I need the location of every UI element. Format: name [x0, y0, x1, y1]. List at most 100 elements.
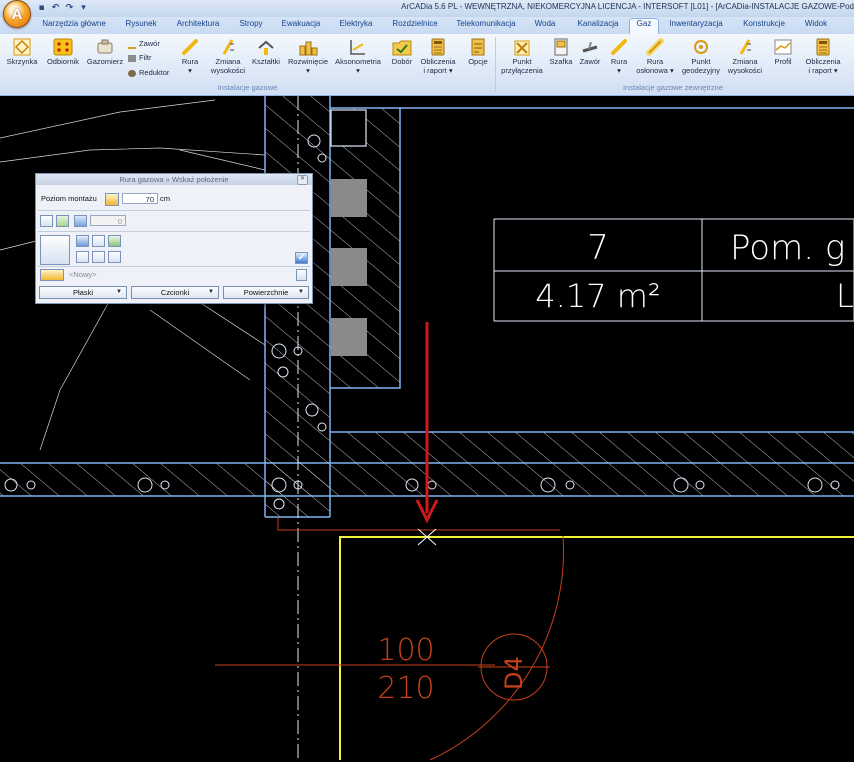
undo-icon[interactable]: ↶ [50, 3, 61, 13]
tab-kanalizacja[interactable]: Kanalizacja [573, 19, 623, 33]
tab-architektura[interactable]: Architektura [170, 19, 226, 33]
plaski-dropdown[interactable]: Płaski [39, 286, 127, 299]
tool-f-icon[interactable] [108, 251, 121, 263]
angle-input[interactable]: 0 [90, 215, 126, 226]
rura-zewn-button[interactable]: Rura ▾ [607, 36, 631, 82]
filtr-button[interactable]: Filtr [128, 53, 152, 62]
tab-inwentaryzacja[interactable]: Inwentaryzacja [665, 19, 727, 33]
divider [38, 231, 310, 232]
tab-telekomunikacja[interactable]: Telekomunikacja [452, 19, 520, 33]
group-label-instalacje-zewnetrzne: Instalacje gazowe zewnętrzne [622, 83, 724, 92]
divider [38, 210, 310, 211]
door-frame-line [277, 517, 560, 531]
app-menu-button[interactable]: A [3, 0, 31, 28]
chevron-down-icon: ▾ [188, 66, 192, 75]
mount-level-unit: cm [160, 194, 170, 203]
mount-level-input[interactable]: 70 [122, 193, 158, 204]
layer-edit-icon[interactable] [296, 269, 307, 281]
dobor-button[interactable]: Dobór [388, 36, 416, 82]
level-picker-icon[interactable] [105, 193, 119, 206]
odbiornik-button[interactable]: Odbiornik [43, 36, 83, 82]
folder-check-icon [392, 38, 412, 56]
reducer-icon [128, 69, 136, 77]
close-icon[interactable]: ✕ [297, 175, 308, 185]
qat-dropdown-icon[interactable]: ▾ [78, 3, 89, 13]
pipe-icon [609, 38, 629, 56]
properties-icon[interactable] [40, 235, 70, 265]
axonometry-icon [348, 38, 368, 56]
redo-icon[interactable]: ↷ [64, 3, 75, 13]
door-tag: D4 [500, 656, 528, 690]
profile-icon [773, 38, 793, 56]
ribbon-gaz: Skrzynka Odbiornik Gazomierz Zawór Filtr… [0, 34, 854, 96]
survey-point-icon [691, 38, 711, 56]
tool-e-icon[interactable] [92, 251, 105, 263]
zmiana-wysokosci-button[interactable]: Zmiana wysokości [208, 36, 248, 82]
chevron-down-icon: ▾ [446, 66, 453, 75]
gas-meter-icon [95, 38, 115, 56]
tool-d-icon[interactable] [76, 251, 89, 263]
reduktor-button[interactable]: Reduktor [128, 68, 169, 77]
pipe-placement-panel: Rura gazowa » Wskaż położenie ✕ Poziom m… [35, 173, 313, 304]
opcje-button[interactable]: Opcje [464, 36, 492, 82]
height-change-icon [735, 38, 755, 56]
gazomierz-button[interactable]: Gazomierz [85, 36, 125, 82]
layer-value: <Nowy> [69, 270, 97, 279]
save-icon[interactable]: ▪ [36, 3, 47, 13]
tab-woda[interactable]: Woda [530, 19, 560, 33]
mode-horizontal-icon[interactable] [74, 215, 87, 227]
obliczenia-zewn-button[interactable]: Obliczenia i raport ▾ [802, 36, 844, 82]
zawor-button[interactable]: Zawór [128, 39, 160, 49]
rozwiniecie-button[interactable]: Rozwinięcie ▾ [286, 36, 330, 82]
group-label-instalacje-gazowe: Instalacje gazowe [217, 83, 278, 92]
chevron-down-icon: ▾ [356, 66, 360, 75]
obliczenia-i-raport-button[interactable]: Obliczenia i raport ▾ [418, 36, 458, 82]
tool-b-icon[interactable] [92, 235, 105, 247]
szafka-button[interactable]: Szafka [547, 36, 575, 82]
room-number: 7 [587, 228, 609, 268]
door-height: 210 [377, 671, 434, 706]
options-icon [468, 38, 488, 56]
profil-button[interactable]: Profil [768, 36, 798, 82]
tool-a-icon[interactable] [76, 235, 89, 247]
tool-c-icon[interactable] [108, 235, 121, 247]
tab-elektryka[interactable]: Elektryka [334, 19, 378, 33]
checkmark-icon[interactable]: ✔ [295, 252, 308, 264]
tab-stropy[interactable]: Stropy [234, 19, 268, 33]
mode-vertical-icon[interactable] [40, 215, 53, 227]
calculator-icon [428, 38, 448, 56]
tab-narzedzia-glowne[interactable]: Narzędzia główne [34, 19, 114, 33]
aksonometria-button[interactable]: Aksonometria ▾ [332, 36, 384, 82]
tab-ewakuacja[interactable]: Ewakuacja [278, 19, 324, 33]
valve-icon [580, 38, 600, 56]
tab-rysunek[interactable]: Rysunek [120, 19, 162, 33]
room-type: L [836, 277, 854, 315]
ksztaltki-button[interactable]: Kształtki [249, 36, 283, 82]
layer-picker-icon[interactable] [40, 269, 64, 281]
tab-widok[interactable]: Widok [800, 19, 832, 33]
gas-box-icon [12, 38, 32, 56]
rura-button[interactable]: Rura ▾ [177, 36, 203, 82]
room-area: 4.17 m² [535, 277, 660, 315]
punkt-przylaczenia-button[interactable]: Punkt przyłączenia [498, 36, 546, 82]
powierzchnie-dropdown[interactable]: Powierzchnie [223, 286, 309, 299]
mode-slope-icon[interactable] [56, 215, 69, 227]
zmiana-wysokosci-zewn-button[interactable]: Zmiana wysokości [725, 36, 765, 82]
zawor-zewn-button[interactable]: Zawór [577, 36, 603, 82]
punkt-geodezyjny-button[interactable]: Punkt geodezyjny [679, 36, 723, 82]
filter-icon [128, 54, 136, 62]
room-name: Pom. g [730, 228, 845, 268]
chevron-down-icon: ▾ [667, 66, 674, 75]
panel-title-bar[interactable]: Rura gazowa » Wskaż położenie ✕ [36, 174, 312, 185]
tab-rozdzielnice[interactable]: Rozdzielnice [388, 19, 442, 33]
app-logo-icon: A [11, 5, 23, 23]
gas-receiver-icon [53, 38, 73, 56]
skrzynka-button[interactable]: Skrzynka [4, 36, 40, 82]
tab-konstrukcje[interactable]: Konstrukcje [738, 19, 790, 33]
rura-oslonowa-button[interactable]: Rura osłonowa ▾ [633, 36, 677, 82]
window-title: ArCADia 5.6 PL - WEWNĘTRZNA, NIEKOMERCYJ… [401, 2, 854, 11]
tab-gaz[interactable]: Gaz [629, 18, 659, 35]
title-bar: A ▪ ↶ ↷ ▾ ArCADia 5.6 PL - WEWNĘTRZNA, N… [0, 0, 854, 28]
czcionki-dropdown[interactable]: Czcionki [131, 286, 219, 299]
tools-row: ✔ [36, 234, 312, 266]
